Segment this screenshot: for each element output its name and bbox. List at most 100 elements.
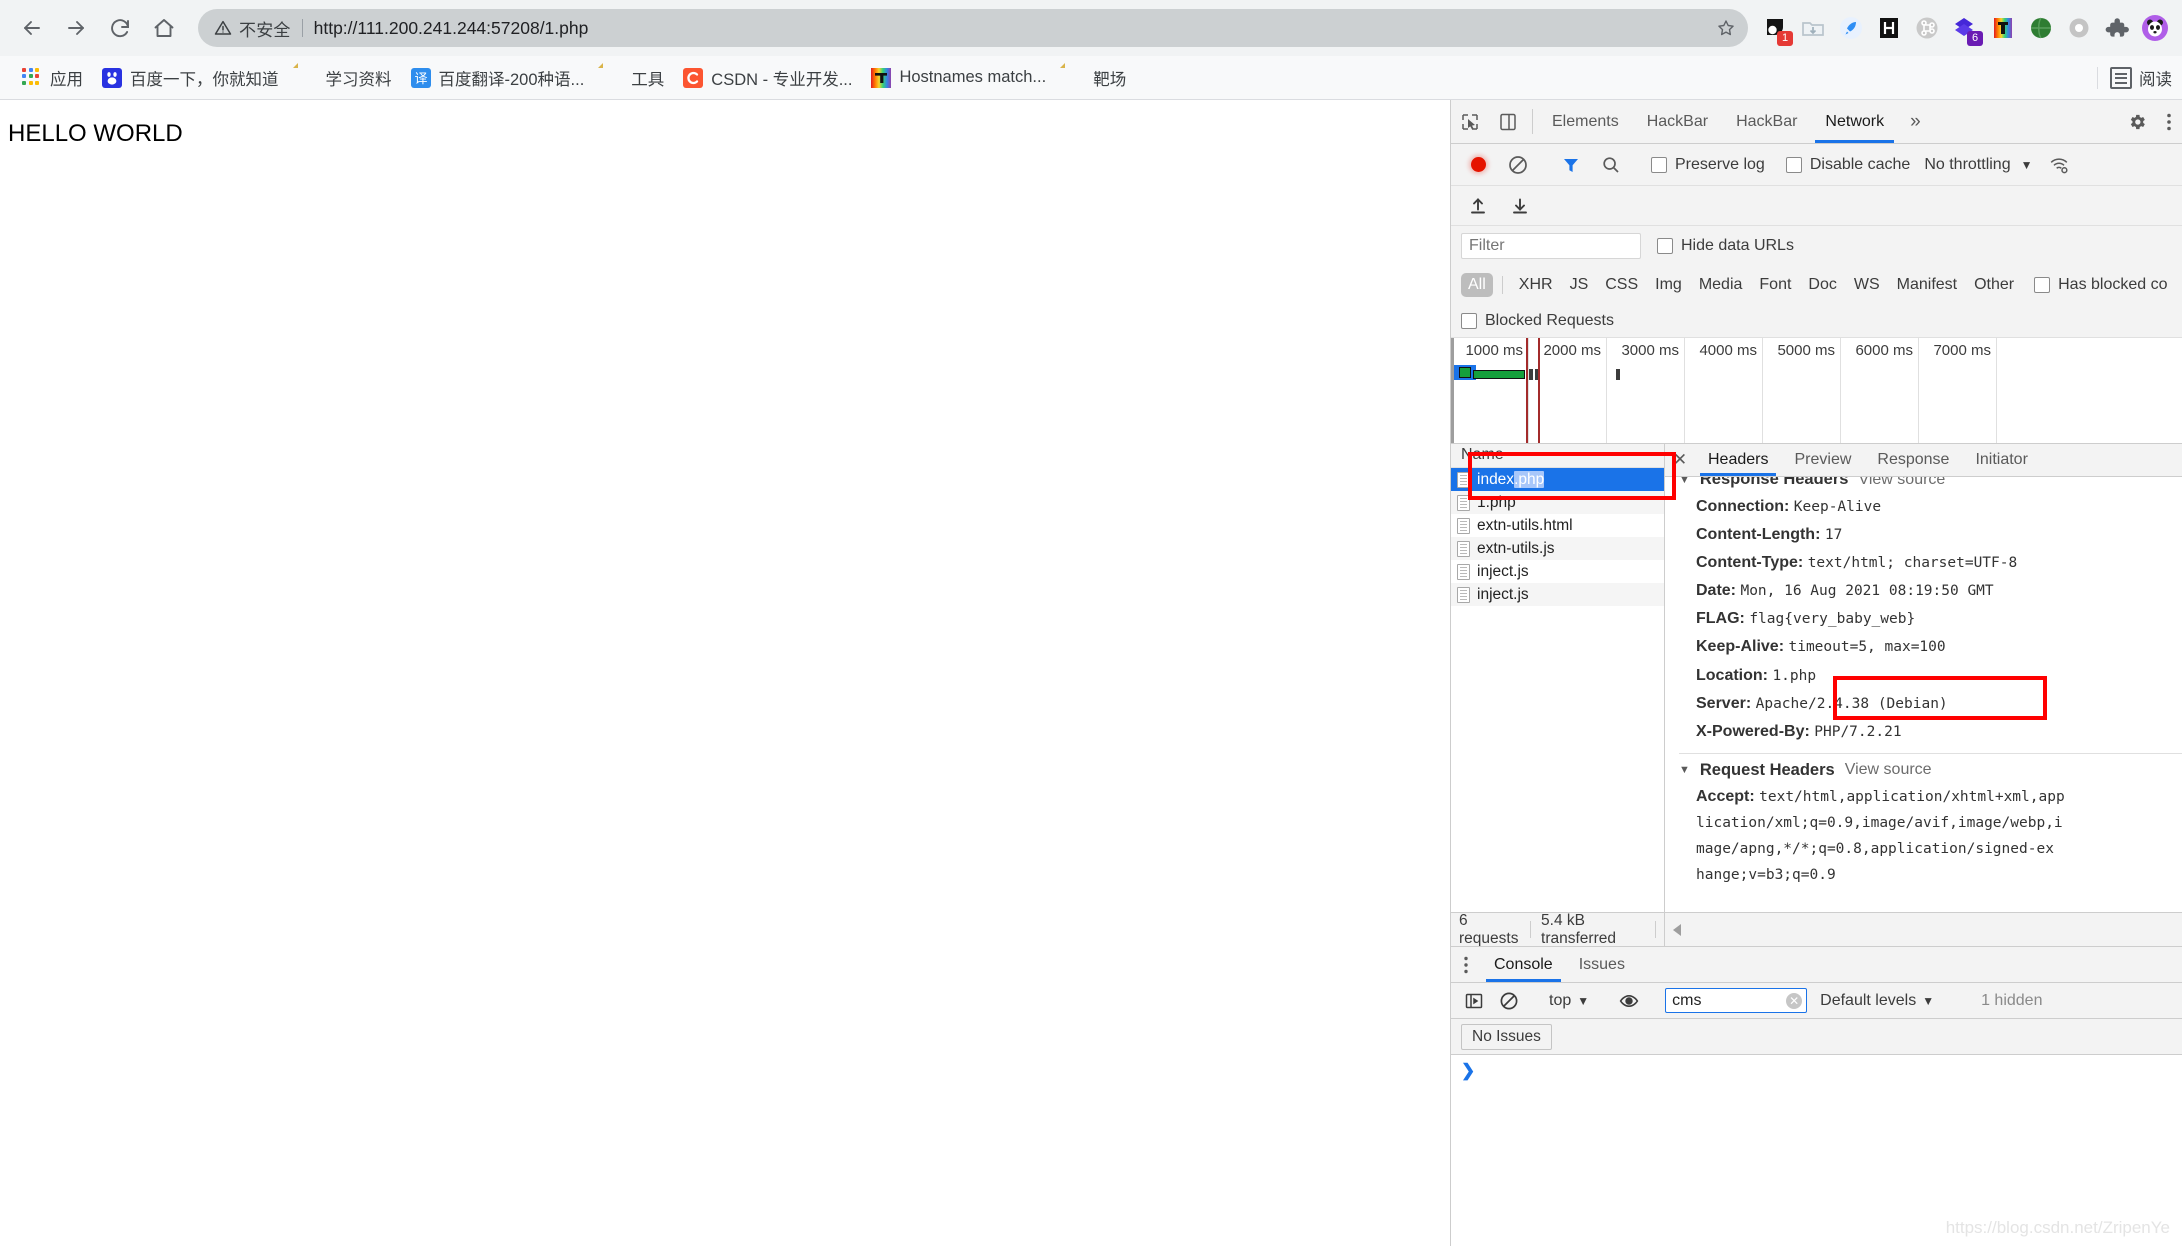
detail-tab-initiator[interactable]: Initiator bbox=[1962, 444, 2040, 476]
view-source-link[interactable]: View source bbox=[1858, 477, 1945, 489]
type-filter-css[interactable]: CSS bbox=[1598, 273, 1645, 297]
type-filter-doc[interactable]: Doc bbox=[1801, 273, 1843, 297]
import-har-up-arrow-icon[interactable] bbox=[1459, 196, 1497, 216]
view-source-link[interactable]: View source bbox=[1845, 761, 1932, 779]
tab-network[interactable]: Network bbox=[1811, 100, 1898, 143]
network-conditions-wifi-icon[interactable] bbox=[2040, 155, 2078, 175]
type-filter-img[interactable]: Img bbox=[1648, 273, 1689, 297]
type-filter-media[interactable]: Media bbox=[1692, 273, 1750, 297]
url-text[interactable]: http://111.200.241.244:57208/1.php bbox=[314, 18, 1732, 39]
drawer-more-vertical-icon[interactable] bbox=[1451, 947, 1481, 982]
type-filter-font[interactable]: Font bbox=[1752, 273, 1798, 297]
reading-list-button[interactable]: 阅读 bbox=[2097, 62, 2172, 94]
download-folder-icon[interactable] bbox=[1796, 11, 1830, 45]
type-filter-manifest[interactable]: Manifest bbox=[1890, 273, 1964, 297]
bookmark-star-icon[interactable] bbox=[1710, 12, 1742, 44]
console-context-dropdown[interactable]: top ▼ bbox=[1545, 992, 1593, 1010]
more-vertical-icon[interactable] bbox=[2156, 113, 2182, 131]
disable-cache-checkbox[interactable]: Disable cache bbox=[1786, 156, 1911, 174]
home-icon[interactable] bbox=[142, 6, 186, 50]
bookmark-apps[interactable]: 应用 bbox=[14, 63, 91, 93]
device-toolbar-icon[interactable] bbox=[1489, 100, 1527, 143]
console-output[interactable]: ❯ https://blog.csdn.net/ZripenYe bbox=[1451, 1055, 2182, 1246]
address-bar[interactable]: 不安全 http://111.200.241.244:57208/1.php bbox=[198, 9, 1748, 47]
tab-elements[interactable]: Elements bbox=[1538, 100, 1633, 143]
blocked-requests-checkbox[interactable]: Blocked Requests bbox=[1461, 312, 1614, 330]
request-name: extn-utils.js bbox=[1477, 540, 1555, 558]
type-filter-other[interactable]: Other bbox=[1967, 273, 2021, 297]
inspect-cursor-icon[interactable] bbox=[1451, 100, 1489, 143]
record-circle-icon[interactable] bbox=[1459, 157, 1497, 172]
tab-hackbar-2[interactable]: HackBar bbox=[1722, 100, 1811, 143]
table-row[interactable]: inject.js bbox=[1451, 583, 1664, 606]
chevron-double-right-icon[interactable]: » bbox=[1898, 100, 1933, 143]
drawer-tab-issues[interactable]: Issues bbox=[1566, 947, 1638, 982]
has-blocked-cookies-checkbox[interactable]: Has blocked co bbox=[2034, 276, 2167, 294]
network-timeline-overview[interactable]: 1000 ms 2000 ms 3000 ms 4000 ms 5000 ms … bbox=[1451, 338, 2182, 444]
export-har-down-arrow-icon[interactable] bbox=[1501, 196, 1539, 216]
type-filter-js[interactable]: JS bbox=[1563, 273, 1596, 297]
rocket-extension-icon[interactable] bbox=[1834, 11, 1868, 45]
header-value: PHP/7.2.21 bbox=[1814, 724, 1901, 740]
search-magnifier-icon[interactable] bbox=[1592, 155, 1630, 175]
request-list-column-header[interactable]: Name bbox=[1451, 444, 1664, 468]
drawer-tab-console[interactable]: Console bbox=[1481, 947, 1566, 982]
gear-icon[interactable] bbox=[2118, 112, 2156, 132]
table-row[interactable]: extn-utils.js bbox=[1451, 537, 1664, 560]
bookmark-tools-folder[interactable]: 工具 bbox=[595, 63, 672, 93]
bookmark-study-folder[interactable]: 学习资料 bbox=[290, 63, 400, 93]
table-row[interactable]: 1.php bbox=[1451, 491, 1664, 514]
grey-ring-icon[interactable] bbox=[2062, 11, 2096, 45]
request-headers-section-title[interactable]: ▼ Request Headers View source bbox=[1679, 754, 2182, 783]
filter-input[interactable]: Filter bbox=[1461, 233, 1641, 259]
no-issues-button[interactable]: No Issues bbox=[1461, 1024, 1552, 1050]
bookmark-baidu[interactable]: 百度一下，你就知道 bbox=[94, 63, 287, 93]
puzzle-piece-icon[interactable] bbox=[2100, 11, 2134, 45]
table-row[interactable]: extn-utils.html bbox=[1451, 514, 1664, 537]
table-row[interactable]: inject.js bbox=[1451, 560, 1664, 583]
hide-data-urls-checkbox[interactable]: Hide data URLs bbox=[1657, 237, 1794, 255]
rainbow-pi-icon bbox=[871, 68, 891, 88]
back-arrow-icon[interactable] bbox=[10, 6, 54, 50]
panda-avatar-icon[interactable] bbox=[2138, 11, 2172, 45]
type-filter-all[interactable]: All bbox=[1461, 273, 1493, 297]
bookmark-hostnames[interactable]: Hostnames match... bbox=[863, 63, 1054, 93]
detail-tab-response[interactable]: Response bbox=[1864, 444, 1962, 476]
clear-console-no-entry-icon[interactable] bbox=[1494, 991, 1524, 1011]
forward-arrow-icon[interactable] bbox=[54, 6, 98, 50]
header-row-keep-alive: Keep-Alive: timeout=5, max=100 bbox=[1679, 633, 2182, 661]
bookmark-baidu-translate[interactable]: 译 百度翻译-200种语... bbox=[403, 63, 593, 93]
throttling-dropdown[interactable]: No throttling ▼ bbox=[1924, 156, 2032, 174]
live-expression-eye-icon[interactable] bbox=[1614, 991, 1644, 1011]
diamond-stack-icon[interactable]: 6 bbox=[1948, 11, 1982, 45]
table-row[interactable]: index.php bbox=[1451, 468, 1664, 491]
headers-scroll-area[interactable]: ▼ Response Headers View source Connectio… bbox=[1665, 477, 2182, 912]
console-levels-dropdown[interactable]: Default levels ▼ bbox=[1820, 992, 1934, 1010]
console-sidebar-icon[interactable] bbox=[1459, 991, 1489, 1011]
type-filter-xhr[interactable]: XHR bbox=[1512, 273, 1560, 297]
reload-icon[interactable] bbox=[98, 6, 142, 50]
clear-filter-x-icon[interactable]: ✕ bbox=[1786, 993, 1802, 1009]
detail-tab-preview[interactable]: Preview bbox=[1781, 444, 1864, 476]
tab-hackbar-1[interactable]: HackBar bbox=[1633, 100, 1722, 143]
detail-tab-headers[interactable]: Headers bbox=[1695, 444, 1781, 476]
console-filter-input[interactable]: cms ✕ bbox=[1665, 988, 1807, 1013]
pocket-extension-icon[interactable]: 1 bbox=[1758, 11, 1792, 45]
command-key-icon[interactable] bbox=[1910, 11, 1944, 45]
response-headers-section-title[interactable]: ▼ Response Headers View source bbox=[1679, 477, 2182, 492]
section-label: Request Headers bbox=[1700, 761, 1835, 780]
close-x-icon[interactable]: ✕ bbox=[1665, 444, 1695, 476]
clear-no-entry-icon[interactable] bbox=[1499, 155, 1537, 175]
scroll-left-arrow-icon[interactable] bbox=[1673, 924, 1681, 936]
green-globe-icon[interactable] bbox=[2024, 11, 2058, 45]
header-value-cont: mage/apng,*/*;q=0.8,application/signed-e… bbox=[1679, 837, 2182, 863]
header-row-flag: FLAG: flag{very_baby_web} bbox=[1679, 605, 2182, 633]
request-list[interactable]: index.php 1.php extn-utils.html extn-uti… bbox=[1451, 468, 1664, 912]
bookmark-range-folder[interactable]: 靶场 bbox=[1057, 63, 1134, 93]
hackbar-h-icon[interactable] bbox=[1872, 11, 1906, 45]
funnel-filter-icon[interactable] bbox=[1552, 155, 1590, 175]
preserve-log-checkbox[interactable]: Preserve log bbox=[1651, 156, 1765, 174]
rainbow-pi-icon[interactable] bbox=[1986, 11, 2020, 45]
type-filter-ws[interactable]: WS bbox=[1847, 273, 1887, 297]
bookmark-csdn[interactable]: CSDN - 专业开发... bbox=[675, 63, 860, 93]
